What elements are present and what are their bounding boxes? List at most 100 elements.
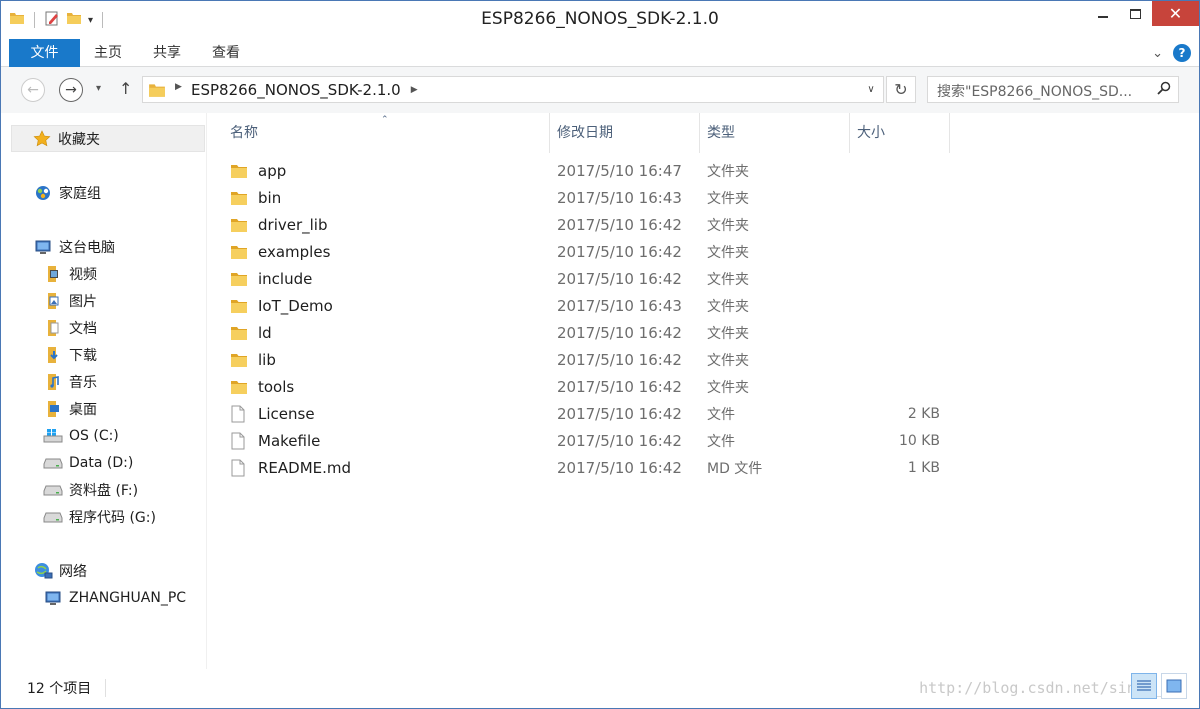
column-header-type-label: 类型 <box>707 125 735 141</box>
nav-item-label: 资料盘 (F:) <box>69 482 139 499</box>
file-row[interactable]: IoT_Demo 2017/5/10 16:43 文件夹 <box>230 292 950 319</box>
nav-network-pc[interactable]: ZHANGHUAN_PC <box>1 584 207 611</box>
file-name: examples <box>258 242 331 261</box>
nav-favorites[interactable]: 收藏夹 <box>11 125 205 152</box>
nav-item-videos[interactable]: 视频 <box>1 260 207 287</box>
file-name-cell: README.md <box>230 459 351 477</box>
column-header-name[interactable]: ⌃ 名称 <box>208 113 550 153</box>
tab-view[interactable]: 查看 <box>198 39 254 67</box>
minimize-icon <box>1097 15 1108 18</box>
file-row[interactable]: README.md 2017/5/10 16:42 MD 文件 1 KB <box>230 454 950 481</box>
file-row[interactable]: lib 2017/5/10 16:42 文件夹 <box>230 346 950 373</box>
search-icon[interactable] <box>1157 81 1171 99</box>
forward-button[interactable]: → <box>59 78 83 102</box>
file-name-cell: app <box>230 162 286 180</box>
folder-icon <box>230 189 250 207</box>
maximize-icon <box>1130 8 1141 19</box>
file-name-cell: License <box>230 405 315 423</box>
file-name-cell: Makefile <box>230 432 320 450</box>
video-folder-icon <box>43 265 63 283</box>
file-row[interactable]: bin 2017/5/10 16:43 文件夹 <box>230 184 950 211</box>
tab-file[interactable]: 文件 <box>9 39 80 67</box>
tab-share[interactable]: 共享 <box>139 39 195 67</box>
file-name: README.md <box>258 458 352 477</box>
file-row[interactable]: app 2017/5/10 16:47 文件夹 <box>230 157 950 184</box>
breadcrumb-current[interactable]: ESP8266_NONOS_SDK-2.1.0 <box>191 81 401 99</box>
address-bar[interactable]: ▶ ESP8266_NONOS_SDK-2.1.0 ▶ ∨ <box>142 76 884 103</box>
tab-home[interactable]: 主页 <box>80 39 136 67</box>
refresh-button[interactable]: ↻ <box>886 76 916 103</box>
expand-ribbon-chevron-icon[interactable]: ⌄ <box>1152 46 1163 61</box>
computer-icon <box>33 238 53 256</box>
file-name: bin <box>258 188 282 207</box>
breadcrumb-separator-icon[interactable]: ▶ <box>175 82 182 92</box>
nav-item-label: Data (D:) <box>69 454 134 471</box>
item-count: 12 个项目 <box>27 681 92 697</box>
nav-this-pc[interactable]: 这台电脑 <box>1 233 207 260</box>
search-box[interactable]: 搜索"ESP8266_NONOS_SD... <box>927 76 1179 103</box>
file-name: IoT_Demo <box>258 296 333 315</box>
file-name: License <box>258 404 315 423</box>
file-date: 2017/5/10 16:43 <box>557 296 682 315</box>
nav-item-label: 程序代码 (G:) <box>69 509 156 526</box>
column-header-size[interactable]: 大小 <box>850 113 950 153</box>
nav-network[interactable]: 网络 <box>1 557 207 584</box>
folder-icon <box>230 297 250 315</box>
file-date: 2017/5/10 16:42 <box>557 242 682 261</box>
file-row[interactable]: ld 2017/5/10 16:42 文件夹 <box>230 319 950 346</box>
help-icon[interactable]: ? <box>1173 44 1191 62</box>
file-date: 2017/5/10 16:42 <box>557 269 682 288</box>
nav-item-desktop[interactable]: 桌面 <box>1 395 207 422</box>
file-icon <box>230 432 250 450</box>
nav-favorites-label: 收藏夹 <box>58 131 100 148</box>
nav-item-drive-f[interactable]: 资料盘 (F:) <box>1 476 207 503</box>
breadcrumb-separator-icon[interactable]: ▶ <box>411 85 418 95</box>
file-date: 2017/5/10 16:42 <box>557 431 682 450</box>
recent-locations-chevron-icon[interactable]: ▾ <box>96 83 101 94</box>
file-type: 文件夹 <box>707 190 749 207</box>
file-row[interactable]: driver_lib 2017/5/10 16:42 文件夹 <box>230 211 950 238</box>
windows-drive-icon <box>43 427 63 445</box>
nav-item-pictures[interactable]: 图片 <box>1 287 207 314</box>
file-row[interactable]: Makefile 2017/5/10 16:42 文件 10 KB <box>230 427 950 454</box>
file-type: 文件夹 <box>707 379 749 396</box>
forward-arrow-icon: → <box>65 82 77 98</box>
nav-this-pc-label: 这台电脑 <box>59 239 115 256</box>
folder-icon <box>230 351 250 369</box>
file-date: 2017/5/10 16:42 <box>557 404 682 423</box>
search-input[interactable]: 搜索"ESP8266_NONOS_SD... <box>937 81 1132 101</box>
column-header-type[interactable]: 类型 <box>700 113 850 153</box>
nav-item-documents[interactable]: 文档 <box>1 314 207 341</box>
folder-icon <box>230 162 250 180</box>
file-name-cell: lib <box>230 351 276 369</box>
file-row[interactable]: examples 2017/5/10 16:42 文件夹 <box>230 238 950 265</box>
nav-network-label: 网络 <box>59 563 87 580</box>
file-row[interactable]: License 2017/5/10 16:42 文件 2 KB <box>230 400 950 427</box>
details-view-button[interactable] <box>1131 673 1157 699</box>
column-header-date[interactable]: 修改日期 <box>550 113 700 153</box>
nav-item-drive-d[interactable]: Data (D:) <box>1 449 207 476</box>
large-icons-view-button[interactable] <box>1161 673 1187 699</box>
navigation-bar: ← → ▾ ↑ ▶ ESP8266_NONOS_SDK-2.1.0 ▶ ∨ ↻ … <box>1 67 1199 113</box>
music-folder-icon <box>43 373 63 391</box>
nav-item-drive-g[interactable]: 程序代码 (G:) <box>1 503 207 530</box>
details-view-icon <box>1137 680 1151 691</box>
nav-item-downloads[interactable]: 下载 <box>1 341 207 368</box>
nav-item-drive-c[interactable]: OS (C:) <box>1 422 207 449</box>
close-button[interactable]: ✕ <box>1152 1 1199 26</box>
maximize-button[interactable] <box>1119 1 1152 26</box>
nav-item-music[interactable]: 音乐 <box>1 368 207 395</box>
folder-icon <box>230 270 250 288</box>
file-name-cell: include <box>230 270 312 288</box>
window-title: ESP8266_NONOS_SDK-2.1.0 <box>481 9 719 29</box>
file-type: MD 文件 <box>707 460 763 477</box>
minimize-button[interactable] <box>1086 1 1119 26</box>
file-row[interactable]: include 2017/5/10 16:42 文件夹 <box>230 265 950 292</box>
file-name: app <box>258 161 287 180</box>
file-row[interactable]: tools 2017/5/10 16:42 文件夹 <box>230 373 950 400</box>
back-button[interactable]: ← <box>21 78 45 102</box>
address-dropdown-chevron-icon[interactable]: ∨ <box>859 77 883 102</box>
up-button[interactable]: ↑ <box>119 79 132 98</box>
nav-homegroup[interactable]: 家庭组 <box>1 179 207 206</box>
file-date: 2017/5/10 16:43 <box>557 188 682 207</box>
